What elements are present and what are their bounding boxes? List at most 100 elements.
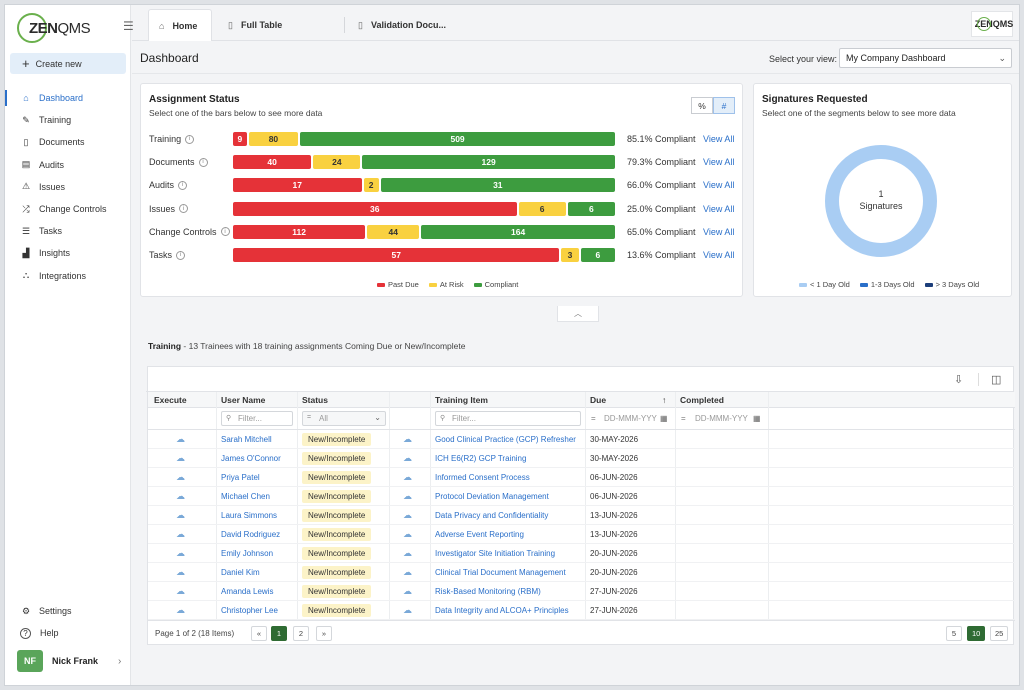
col-training-item[interactable]: Training Item [435,395,488,405]
info-icon[interactable]: i [198,157,208,167]
bar-segment-at-risk[interactable]: 2 [363,178,379,193]
cloud-download-icon[interactable]: ☁ [403,510,412,521]
view-select[interactable]: My Company Dashboard ⌄ [839,48,1012,68]
bar-segment-at-risk[interactable]: 80 [248,132,299,146]
sidebar-item-dashboard[interactable]: ⌂ Dashboard [5,87,131,109]
cloud-download-icon[interactable]: ☁ [403,567,412,578]
user-name-link[interactable]: David Rodriguez [221,530,280,539]
col-execute[interactable]: Execute [154,395,187,405]
cloud-download-icon[interactable]: ☁ [403,605,412,616]
training-item-link[interactable]: Investigator Site Initiation Training [435,549,555,558]
table-row[interactable]: ☁ Amanda Lewis New/Incomplete ☁ Risk-Based M… [148,582,1015,601]
bar-segment-past-due[interactable]: 17 [233,178,362,193]
cloud-download-icon[interactable]: ☁ [176,510,185,521]
legend-item[interactable]: > 3 Days Old [924,280,979,289]
cloud-download-icon[interactable]: ☁ [176,586,185,597]
table-row[interactable]: ☁ James O'Connor New/Incomplete ☁ ICH E6(R2)… [148,449,1015,468]
col-due[interactable]: Due [590,395,606,405]
col-status[interactable]: Status [302,395,328,405]
page-size-25[interactable]: 25 [990,626,1009,641]
user-profile[interactable]: NF Nick Frank › [17,650,121,672]
user-name-link[interactable]: Priya Patel [221,473,260,482]
cloud-download-icon[interactable]: ☁ [403,586,412,597]
info-icon[interactable]: i [178,180,188,190]
bar-segment-past-due[interactable]: 36 [233,201,517,216]
col-completed[interactable]: Completed [680,395,724,405]
sidebar-item-change-controls[interactable]: ⤮ Change Controls [5,198,131,220]
table-row[interactable]: ☁ David Rodriguez New/Incomplete ☁ Adverse E… [148,525,1015,544]
bar-segment-at-risk[interactable]: 6 [518,201,566,216]
training-item-link[interactable]: Data Privacy and Confidentiality [435,511,548,520]
bar-segment-compliant[interactable]: 6 [567,201,615,216]
cloud-download-icon[interactable]: ☁ [176,453,185,464]
cloud-download-icon[interactable]: ☁ [176,472,185,483]
cloud-download-icon[interactable]: ☁ [176,548,185,559]
cloud-download-icon[interactable]: ☁ [403,434,412,445]
cloud-download-icon[interactable]: ⇩ [954,373,963,386]
view-all-link[interactable]: View All [703,157,734,167]
info-icon[interactable]: i [176,250,186,260]
cloud-download-icon[interactable]: ☁ [176,434,185,445]
cloud-download-icon[interactable]: ☁ [403,472,412,483]
table-row[interactable]: ☁ Sarah Mitchell New/Incomplete ☁ Good Clini… [148,430,1015,449]
info-icon[interactable]: i [220,227,230,237]
cloud-download-icon[interactable]: ☁ [403,491,412,502]
sidebar-item-documents[interactable]: ▯ Documents [5,131,131,153]
columns-icon[interactable]: ◫ [991,373,1001,386]
cloud-download-icon[interactable]: ☁ [176,529,185,540]
toggle-count[interactable]: # [713,97,735,114]
pager-page-2[interactable]: 2 [293,626,309,641]
pager-prev-button[interactable]: « [251,626,267,641]
legend-item[interactable]: 1-3 Days Old [859,280,915,289]
page-size-5[interactable]: 5 [946,626,962,641]
training-item-link[interactable]: ICH E6(R2) GCP Training [435,454,526,463]
sidebar-item-integrations[interactable]: ⛬ Integrations [5,265,131,287]
bar-segment-past-due[interactable]: 40 [233,155,312,170]
bar-segment-compliant[interactable]: 129 [362,155,615,170]
training-item-link[interactable]: Good Clinical Practice (GCP) Refresher [435,435,576,444]
sort-ascending-icon[interactable]: ↑ [662,395,666,405]
bar-segment-compliant[interactable]: 509 [300,132,615,146]
cloud-download-icon[interactable]: ☁ [403,548,412,559]
table-row[interactable]: ☁ Michael Chen New/Incomplete ☁ Protocol Dev… [148,487,1015,506]
cloud-download-icon[interactable]: ☁ [403,529,412,540]
due-date-filter[interactable]: DD-MMM-YYY [604,414,657,423]
calendar-icon[interactable]: ▦ [753,414,761,423]
table-row[interactable]: ☁ Priya Patel New/Incomplete ☁ Informed Cons… [148,468,1015,487]
sidebar-item-settings[interactable]: ⚙ Settings [5,600,131,622]
training-item-link[interactable]: Protocol Deviation Management [435,492,549,501]
bar-segment-at-risk[interactable]: 3 [561,248,579,262]
pager-next-button[interactable]: » [316,626,332,641]
legend-item[interactable]: < 1 Day Old [799,280,850,289]
hamburger-menu-icon[interactable]: ☰ [123,19,134,33]
tab-validation-docu[interactable]: ▯ Validation Docu... [348,9,478,41]
create-new-button[interactable]: + Create new [10,53,126,74]
user-name-link[interactable]: Sarah Mitchell [221,435,272,444]
training-item-filter[interactable]: ⚲ Filter... [435,411,581,426]
zenqms-logo[interactable]: ZENQMS [17,13,91,43]
view-all-link[interactable]: View All [703,227,734,237]
bar-segment-past-due[interactable]: 9 [233,132,247,146]
user-name-filter[interactable]: ⚲ Filter... [221,411,293,426]
view-all-link[interactable]: View All [703,180,734,190]
training-item-link[interactable]: Data Integrity and ALCOA+ Principles [435,606,569,615]
bar-segment-compliant[interactable]: 31 [380,178,615,193]
view-all-link[interactable]: View All [703,250,734,260]
view-all-link[interactable]: View All [703,134,734,144]
bar-segment-compliant[interactable]: 6 [580,248,615,262]
user-name-link[interactable]: Amanda Lewis [221,587,273,596]
sidebar-item-issues[interactable]: ⚠ Issues [5,176,131,198]
training-item-link[interactable]: Informed Consent Process [435,473,530,482]
cloud-download-icon[interactable]: ☁ [176,605,185,616]
col-user-name[interactable]: User Name [221,395,265,405]
user-name-link[interactable]: Emily Johnson [221,549,273,558]
pager-page-1[interactable]: 1 [271,626,287,641]
cloud-download-icon[interactable]: ☁ [176,567,185,578]
sidebar-item-insights[interactable]: ▟ Insights [5,242,131,264]
bar-segment-past-due[interactable]: 112 [233,224,366,239]
user-name-link[interactable]: Laura Simmons [221,511,277,520]
bar-segment-at-risk[interactable]: 44 [367,224,420,239]
sidebar-item-training[interactable]: ✎ Training [5,109,131,131]
bar-segment-past-due[interactable]: 57 [233,248,560,262]
user-name-link[interactable]: Michael Chen [221,492,270,501]
